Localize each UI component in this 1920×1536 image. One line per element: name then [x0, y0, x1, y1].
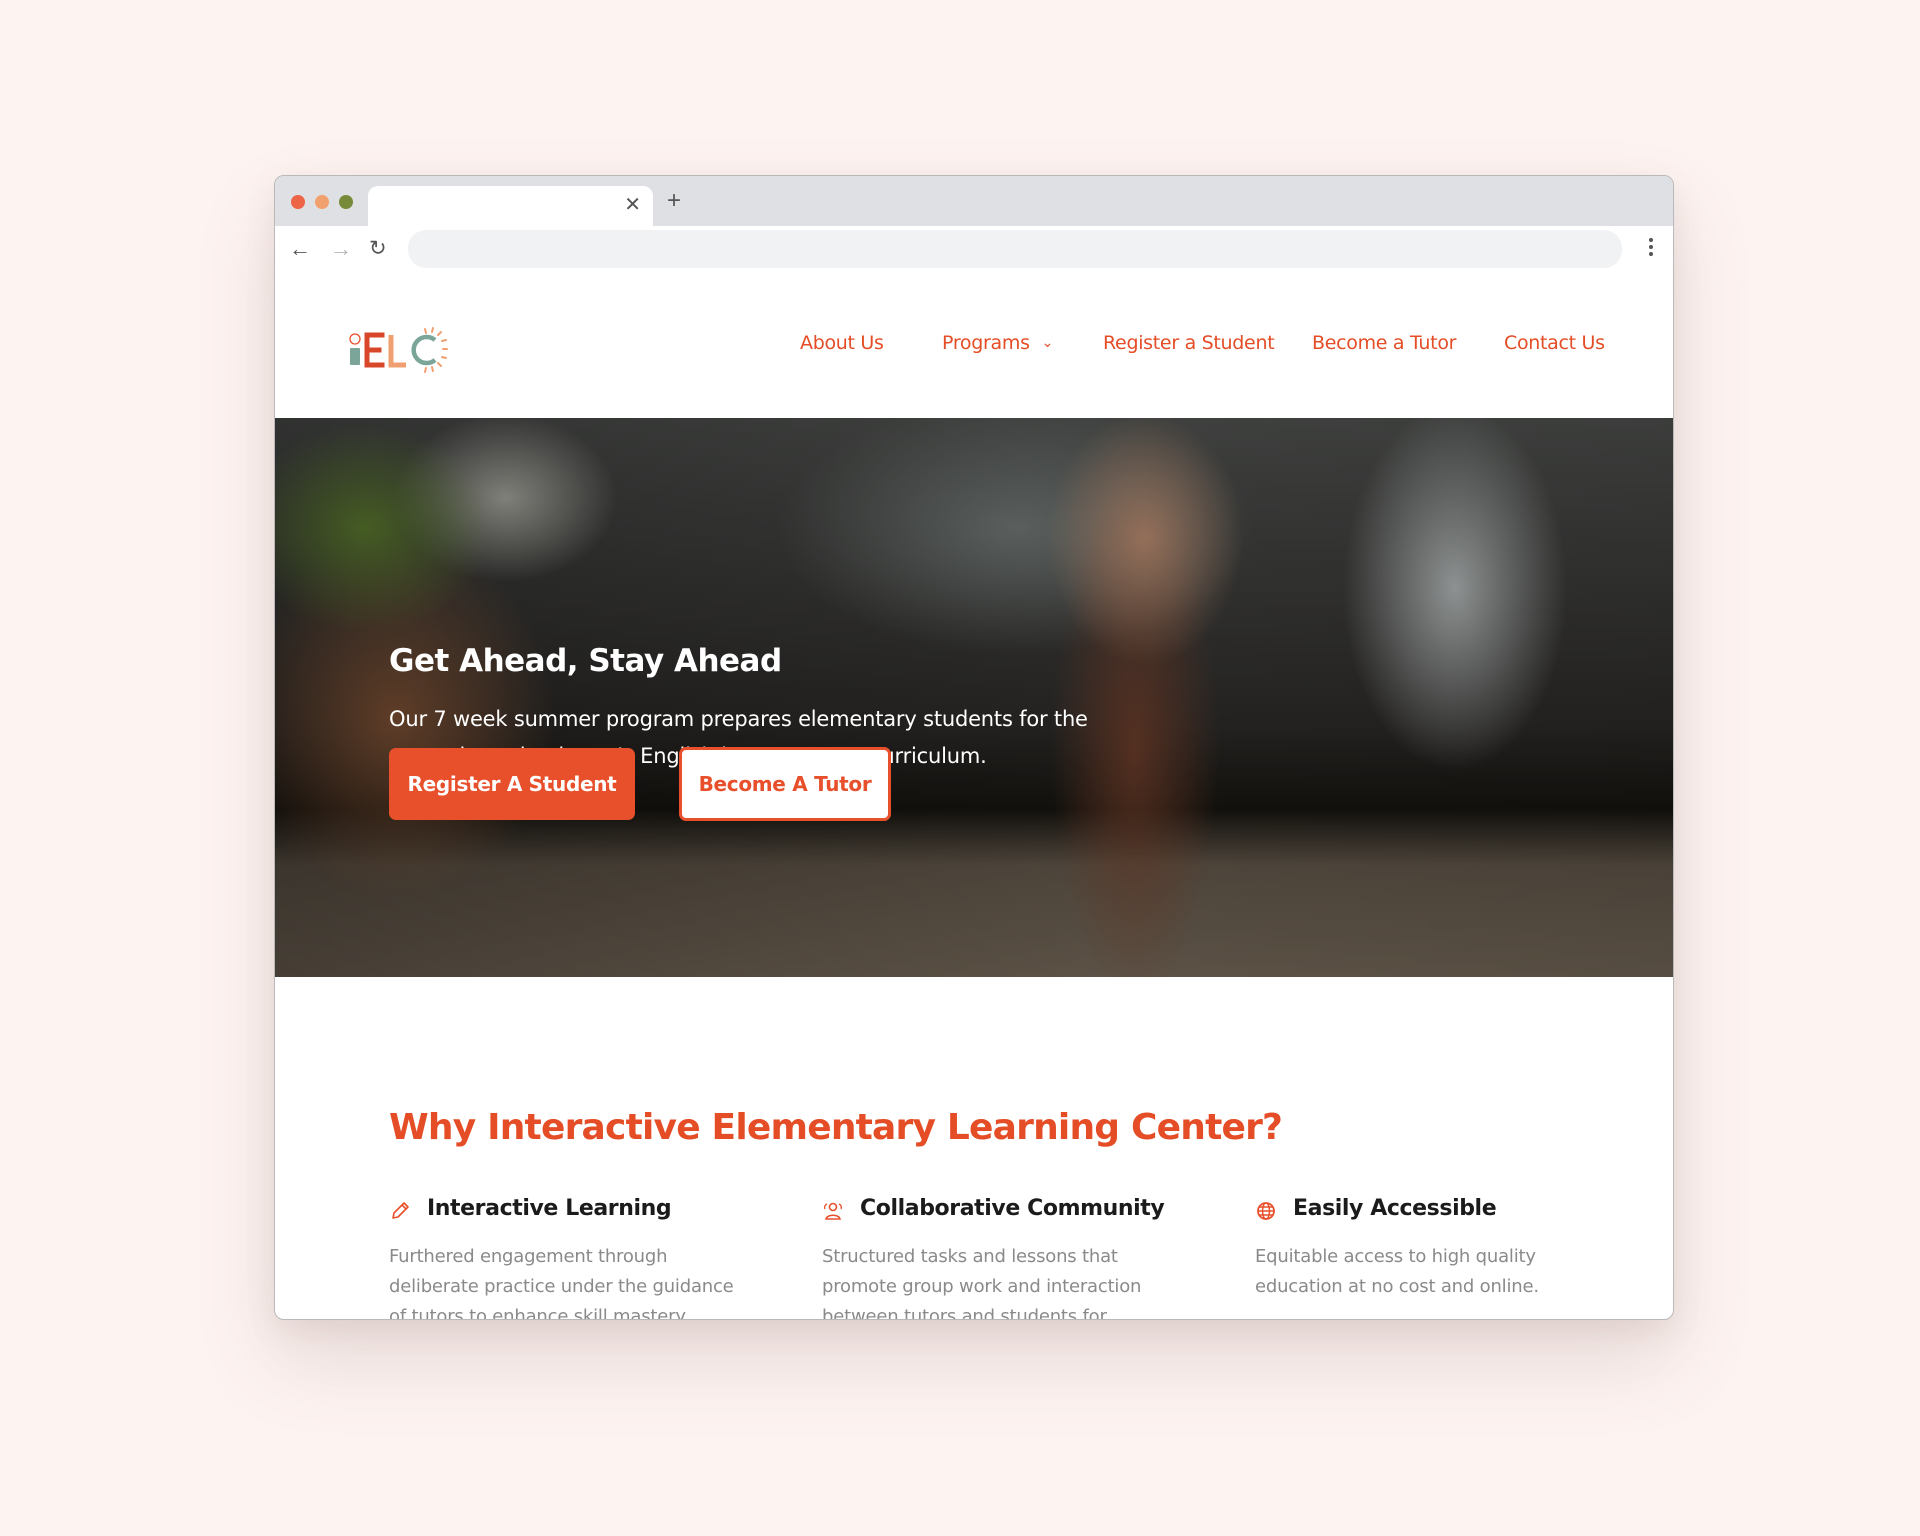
chevron-down-icon: ⌄ — [1041, 335, 1054, 351]
site-logo[interactable] — [347, 326, 467, 376]
why-section-title: Why Interactive Elementary Learning Cent… — [389, 1107, 1283, 1148]
nav-about-us[interactable]: About Us — [800, 332, 884, 354]
users-icon — [823, 1202, 843, 1220]
hero-section: Get Ahead, Stay Ahead Our 7 week summer … — [275, 418, 1673, 977]
address-bar[interactable] — [408, 230, 1622, 268]
browser-window: ✕ + ← → ↻ About Us Programs ⌄ Register a… — [274, 175, 1674, 1320]
browser-toolbar: ← → ↻ — [275, 226, 1673, 274]
browser-tab[interactable]: ✕ — [368, 186, 653, 226]
feature-description: Equitable access to high quality educati… — [1255, 1246, 1539, 1297]
reload-icon[interactable]: ↻ — [369, 236, 387, 262]
window-close-button[interactable] — [291, 195, 305, 209]
logo-icon — [349, 327, 448, 373]
nav-become-a-tutor[interactable]: Become a Tutor — [1312, 332, 1456, 354]
arrow-left-icon[interactable]: ← — [289, 236, 311, 262]
feature-title: Collaborative Community — [860, 1196, 1165, 1221]
feature-title: Interactive Learning — [427, 1196, 672, 1221]
nav-contact-us[interactable]: Contact Us — [1504, 332, 1605, 354]
pencil-icon — [392, 1202, 409, 1219]
tab-bar: ✕ + — [275, 176, 1673, 226]
site-header: About Us Programs ⌄ Register a Student Be… — [275, 274, 1673, 418]
nav-programs[interactable]: Programs ⌄ — [942, 332, 1053, 354]
window-minimize-button[interactable] — [315, 195, 329, 209]
hero-overlay — [275, 418, 1673, 977]
become-a-tutor-button[interactable]: Become A Tutor — [679, 747, 891, 821]
feature-title: Easily Accessible — [1293, 1196, 1497, 1221]
feature-description: Furthered engagement through deliberate … — [389, 1246, 734, 1320]
window-maximize-button[interactable] — [339, 195, 353, 209]
hero-title: Get Ahead, Stay Ahead — [389, 643, 782, 679]
globe-icon — [1257, 1202, 1275, 1220]
close-icon[interactable]: ✕ — [624, 194, 641, 216]
kebab-menu-icon[interactable] — [1649, 238, 1653, 259]
nav-register-a-student[interactable]: Register a Student — [1103, 332, 1275, 354]
plus-icon[interactable]: + — [667, 188, 681, 214]
register-a-student-button[interactable]: Register A Student — [389, 748, 635, 820]
arrow-right-icon[interactable]: → — [330, 236, 352, 262]
nav-programs-label: Programs — [942, 332, 1030, 354]
feature-description: Structured tasks and lessons that promot… — [822, 1246, 1142, 1320]
